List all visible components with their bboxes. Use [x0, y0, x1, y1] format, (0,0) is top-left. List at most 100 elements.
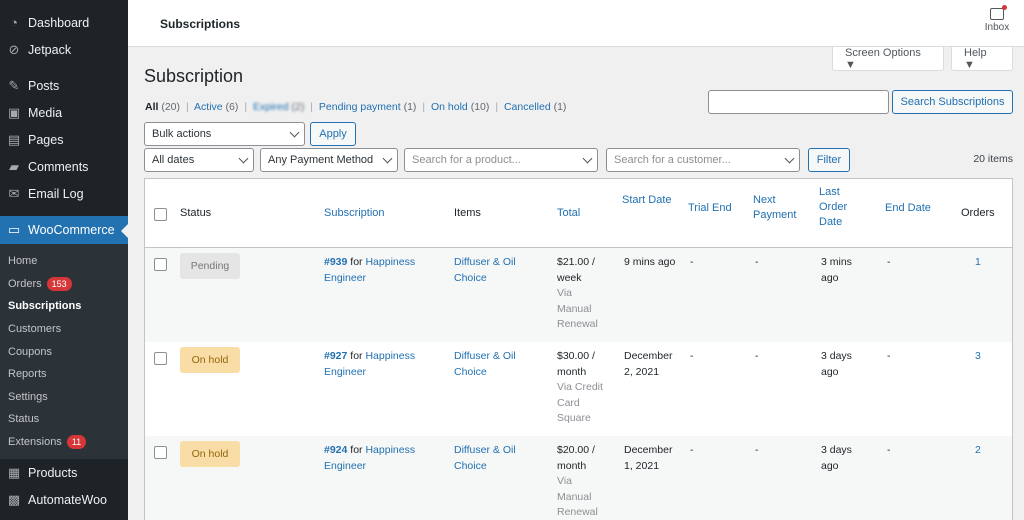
help-button[interactable]: Help ▼ — [951, 47, 1013, 71]
search-subscriptions-button[interactable]: Search Subscriptions — [892, 90, 1013, 114]
dates-select[interactable]: All dates — [144, 148, 254, 172]
submenu-status[interactable]: Status — [0, 408, 128, 431]
email-icon: ✉ — [8, 185, 20, 201]
submenu-coupons[interactable]: Coupons — [0, 340, 128, 363]
items-count: 20 items — [973, 153, 1013, 165]
next-payment-cell: - — [755, 256, 759, 268]
filter-all[interactable]: All — [145, 101, 158, 113]
inbox-button[interactable]: Inbox — [982, 5, 1012, 33]
submenu-customers[interactable]: Customers — [0, 318, 128, 341]
table-row: Pending #939 for Happiness Engineer Diff… — [145, 248, 1012, 342]
filter-count: (1) — [403, 101, 417, 113]
menu-posts[interactable]: ✎ Posts — [0, 72, 128, 99]
menu-dashboard[interactable]: ◔ Dashboard — [0, 9, 128, 36]
submenu-reports[interactable]: Reports — [0, 363, 128, 386]
bulk-actions-select[interactable]: Bulk actions — [144, 122, 305, 146]
submenu-label: Customers — [8, 323, 62, 336]
menu-jetpack[interactable]: ⊘ Jetpack — [0, 36, 128, 63]
item-link[interactable]: Diffuser & Oil Choice — [454, 256, 516, 284]
submenu-orders[interactable]: Orders 153 — [0, 273, 128, 296]
status-badge: On hold — [180, 347, 240, 373]
menu-pages[interactable]: ▤ Pages — [0, 126, 128, 153]
customer-search-select[interactable]: Search for a customer... — [606, 148, 800, 172]
filter-label: All — [145, 101, 159, 113]
filter-on-hold[interactable]: On hold — [431, 101, 468, 113]
payment-method-select[interactable]: Any Payment Method — [260, 148, 398, 172]
menu-label: Comments — [28, 159, 89, 174]
submenu-extensions[interactable]: Extensions 11 — [0, 431, 128, 454]
filter-expired[interactable]: Expired — [253, 101, 289, 113]
inbox-label: Inbox — [984, 22, 1010, 33]
total-value: $30.00 / month — [557, 350, 595, 378]
item-link[interactable]: Diffuser & Oil Choice — [454, 350, 516, 378]
search-input[interactable] — [708, 90, 889, 114]
menu-label: Jetpack — [28, 42, 72, 57]
row-checkbox[interactable] — [154, 258, 167, 271]
orders-link[interactable]: 2 — [975, 444, 981, 456]
menu-email-log[interactable]: ✉ Email Log — [0, 180, 128, 207]
items-cell: Diffuser & Oil Choice — [454, 255, 534, 286]
orders-link[interactable]: 1 — [975, 256, 981, 268]
menu-products[interactable]: ▦ Products — [0, 459, 128, 486]
select-value: Bulk actions — [152, 128, 212, 140]
filter-count: (6) — [225, 101, 239, 113]
filter-cancelled[interactable]: Cancelled — [504, 101, 551, 113]
column-subscription[interactable]: Subscription — [324, 206, 385, 221]
trial-end-cell: - — [690, 256, 694, 268]
payment-method: Via Manual Renewal — [557, 287, 598, 330]
subscription-link[interactable]: #924 — [324, 444, 347, 456]
product-search-select[interactable]: Search for a product... — [404, 148, 598, 172]
submenu-settings[interactable]: Settings — [0, 386, 128, 409]
column-last-order-date[interactable]: Last Order Date — [819, 185, 864, 230]
filter-active[interactable]: Active — [194, 101, 223, 113]
menu-label: Email Log — [28, 186, 84, 201]
submenu-label: Extensions — [8, 436, 62, 449]
products-icon: ▦ — [7, 464, 21, 480]
subscription-cell: #939 for Happiness Engineer — [324, 255, 444, 286]
subscription-link[interactable]: #927 — [324, 350, 347, 362]
menu-comments[interactable]: ▰ Comments — [0, 153, 128, 180]
menu-label: Products — [28, 465, 78, 480]
menu-label: Media — [28, 105, 63, 120]
column-total[interactable]: Total — [557, 206, 580, 221]
filter-label: Pending payment — [318, 101, 401, 113]
inbox-icon — [990, 5, 1007, 20]
orders-link[interactable]: 3 — [975, 350, 981, 362]
subscription-link[interactable]: #939 — [324, 256, 347, 268]
menu-automatewoo[interactable]: ▩ AutomateWoo — [0, 486, 128, 513]
apply-button[interactable]: Apply — [310, 122, 356, 146]
column-start-date[interactable]: Start Date — [622, 193, 672, 208]
column-trial-end[interactable]: Trial End — [688, 201, 732, 216]
select-placeholder: Search for a product... — [412, 154, 521, 166]
select-placeholder: Search for a customer... — [614, 154, 731, 166]
end-date-cell: - — [887, 350, 891, 362]
submenu-subscriptions[interactable]: Subscriptions — [0, 295, 128, 318]
table-row: On hold #924 for Happiness Engineer Diff… — [145, 436, 1012, 520]
extensions-count-badge: 11 — [66, 435, 87, 450]
row-checkbox[interactable] — [154, 352, 167, 365]
items-cell: Diffuser & Oil Choice — [454, 349, 534, 380]
filter-pending[interactable]: Pending payment — [319, 101, 401, 113]
menu-media[interactable]: ▣ Media — [0, 99, 128, 126]
submenu-label: Orders — [8, 277, 42, 290]
payment-method: Via Manual Renewal — [557, 475, 598, 518]
for-text: for — [350, 256, 363, 268]
woo-icon: ▭ — [7, 222, 21, 237]
column-end-date[interactable]: End Date — [885, 201, 931, 216]
menu-woocommerce[interactable]: ▭ WooCommerce — [0, 216, 128, 244]
top-header: Subscriptions Inbox — [128, 0, 1024, 47]
screen-options-button[interactable]: Screen Options ▼ — [832, 47, 944, 71]
item-link[interactable]: Diffuser & Oil Choice — [454, 444, 516, 472]
column-items: Items — [454, 207, 481, 219]
filter-count: (1) — [553, 101, 567, 113]
select-all-checkbox[interactable] — [154, 208, 167, 221]
column-next-payment[interactable]: Next Payment — [753, 193, 808, 223]
table-header: Status Subscription Items Total Start Da… — [145, 179, 1012, 248]
media-icon: ▣ — [7, 104, 21, 120]
submenu-home[interactable]: Home — [0, 250, 128, 273]
filter-button[interactable]: Filter — [808, 148, 850, 172]
submenu-label: Status — [8, 413, 40, 426]
row-checkbox[interactable] — [154, 446, 167, 459]
submenu-label: Settings — [8, 390, 48, 403]
trial-end-cell: - — [690, 350, 694, 362]
